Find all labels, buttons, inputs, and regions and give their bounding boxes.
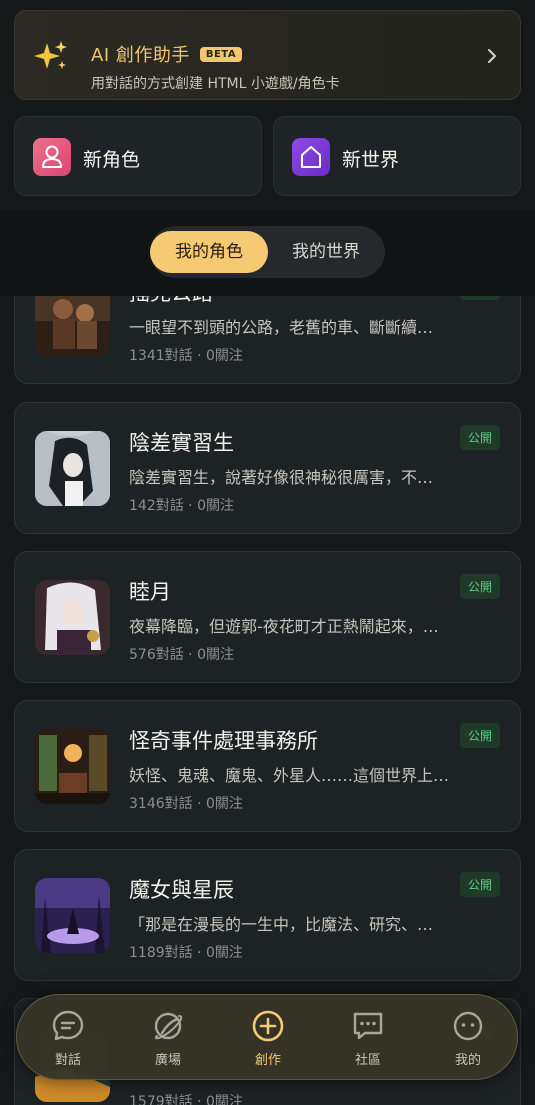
profile-face-icon [453,1011,483,1041]
character-description: 陰差實習生，說著好像很神秘很厲害，不… [129,468,434,487]
character-thumbnail [35,729,110,804]
character-description: 妖怪、鬼魂、魔鬼、外星人……這個世界上… [129,766,450,785]
character-stats: 1189對話 · 0關注 [129,945,243,961]
character-thumbnail [35,878,110,953]
bottom-nav: 對話 廣場 創作 社區 我的 [16,994,518,1080]
new-world-label: 新世界 [342,149,400,171]
character-thumbnail [35,296,110,356]
character-stats: 576對話 · 0關注 [129,647,234,663]
status-badge: 公開 [459,425,500,450]
status-badge: 公開 [459,723,500,748]
chevron-right-icon [488,49,496,63]
character-thumbnail [35,431,110,506]
home-icon [292,138,330,176]
ai-banner-subtitle: 用對話的方式創建 HTML 小遊戲/角色卡 [91,76,340,92]
character-thumbnail [35,580,110,655]
tab-my-characters[interactable]: 我的角色 [150,231,268,273]
beta-badge: BETA [199,46,243,62]
nav-item-plaza[interactable]: 廣場 [133,1009,203,1068]
ai-banner-title-row: AI 創作助手 BETA [91,41,243,67]
character-description: 一眼望不到頭的公路，老舊的車、斷斷續… [129,318,434,337]
tab-switcher: 我的角色 我的世界 [150,226,385,278]
character-stats: 1579對話 · 0關注 [129,1094,243,1105]
sparkles-icon [34,41,67,69]
character-description: 夜幕降臨，但遊郭-夜花町才正熱鬧起來，… [129,617,439,636]
ai-assistant-banner[interactable]: AI 創作助手 BETA 用對話的方式創建 HTML 小遊戲/角色卡 [14,10,521,100]
character-name: 睦月 [129,580,171,604]
person-icon [33,138,71,176]
new-world-button[interactable]: 新世界 [273,116,521,196]
nav-label: 對話 [54,1053,81,1068]
tab-my-worlds[interactable]: 我的世界 [268,232,384,272]
nav-item-create[interactable]: 創作 [233,1009,303,1068]
ai-banner-title: AI 創作助手 [91,45,190,66]
list-item[interactable]: 陰差實習生 公開 陰差實習生，說著好像很神秘很厲害，不… 142對話 · 0關注 [14,402,521,534]
new-character-button[interactable]: 新角色 [14,116,262,196]
nav-item-chat[interactable]: 對話 [33,1009,103,1068]
new-character-label: 新角色 [83,149,141,171]
list-item[interactable]: 搖晃公路 公開 一眼望不到頭的公路，老舊的車、斷斷續… 1341對話 · 0關注 [14,296,521,384]
character-name: 魔女與星辰 [129,878,234,902]
status-badge: 公開 [459,296,500,300]
character-stats: 3146對話 · 0關注 [129,796,243,812]
planet-icon [154,1012,183,1040]
character-name: 搖晃公路 [129,296,213,307]
character-stats: 142對話 · 0關注 [129,498,234,514]
status-badge: 公開 [459,574,500,599]
nav-item-me[interactable]: 我的 [433,1009,503,1068]
status-badge: 公開 [459,872,500,897]
nav-label: 廣場 [154,1053,181,1068]
nav-label: 我的 [454,1053,481,1068]
nav-label: 社區 [354,1053,381,1068]
list-item[interactable]: 睦月 公開 夜幕降臨，但遊郭-夜花町才正熱鬧起來，… 576對話 · 0關注 [14,551,521,683]
chat-bubble-icon [52,1010,84,1041]
list-item[interactable]: 魔女與星辰 公開 「那是在漫長的一生中，比魔法、研究、… 1189對話 · 0關… [14,849,521,981]
character-name: 陰差實習生 [129,431,234,455]
nav-label: 創作 [254,1053,281,1068]
character-name: 怪奇事件處理事務所 [129,729,318,753]
plus-circle-icon [252,1010,284,1042]
character-stats: 1341對話 · 0關注 [129,348,243,364]
nav-item-community[interactable]: 社區 [333,1009,403,1068]
list-item[interactable]: 怪奇事件處理事務所 公開 妖怪、鬼魂、魔鬼、外星人……這個世界上… 3146對話… [14,700,521,832]
community-chat-icon [353,1012,383,1040]
character-description: 「那是在漫長的一生中，比魔法、研究、… [129,915,434,934]
character-list: 搖晃公路 公開 一眼望不到頭的公路，老舊的車、斷斷續… 1341對話 · 0關注… [0,296,535,1105]
